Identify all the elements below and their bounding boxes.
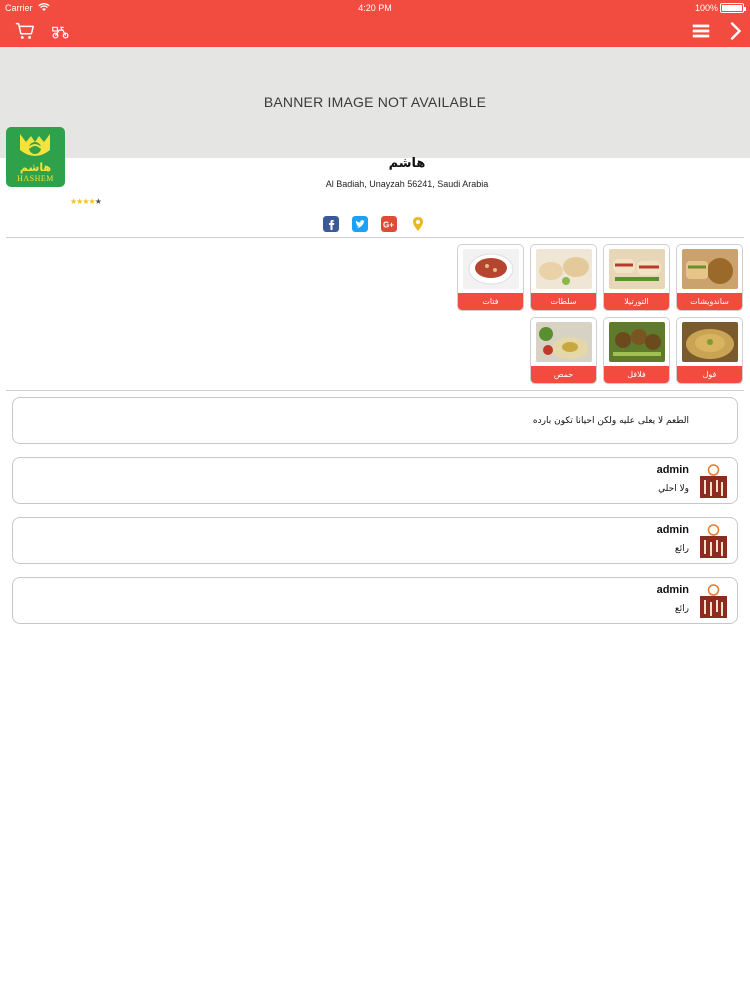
comment-card: admin رائع — [12, 517, 738, 564]
comment-author: admin — [656, 584, 689, 596]
avatar — [700, 584, 727, 618]
divider-bottom — [6, 390, 744, 391]
category-card[interactable]: فول — [676, 317, 743, 384]
category-label: حمص — [531, 366, 596, 383]
restaurant-address: Al Badiah, Unayzah 56241, Saudi Arabia — [325, 179, 489, 189]
banner-placeholder-text: BANNER IMAGE NOT AVAILABLE — [263, 94, 487, 110]
category-label: سلطات — [531, 293, 596, 310]
comment-body: رائع — [674, 604, 689, 614]
banner: BANNER IMAGE NOT AVAILABLE — [0, 47, 750, 158]
fatta-image — [463, 249, 519, 289]
category-label: فول — [677, 366, 742, 383]
avatar — [700, 464, 727, 498]
comment-body: ولا احلي — [658, 484, 689, 494]
comment-author: admin — [656, 524, 689, 536]
comment-author: admin — [656, 464, 689, 476]
hamburger-icon[interactable] — [690, 20, 712, 42]
category-card[interactable]: فلافل — [603, 317, 670, 384]
category-label: التورتيلا — [604, 293, 669, 310]
foul-image — [682, 322, 738, 362]
review-card: الطعم لا يعلى عليه ولكن احيانا تكون بارد… — [12, 397, 738, 444]
salad-image — [536, 249, 592, 289]
divider-top — [6, 237, 744, 238]
status-bar: Carrier 4:20 PM 100% — [0, 0, 750, 16]
tortilla-image — [609, 249, 665, 289]
category-label: فلافل — [604, 366, 669, 383]
twitter-icon[interactable] — [352, 216, 368, 232]
sandwich-image — [682, 249, 738, 289]
cart-icon[interactable] — [14, 20, 36, 42]
clock: 4:20 PM — [358, 3, 392, 13]
restaurant-name: هاشم — [388, 156, 426, 171]
location-pin-icon[interactable] — [411, 216, 425, 232]
avatar — [700, 524, 727, 558]
comment-card: admin ولا احلي — [12, 457, 738, 504]
category-card[interactable]: سلطات — [530, 244, 597, 311]
battery-icon — [720, 3, 746, 13]
facebook-icon[interactable] — [323, 216, 339, 232]
comment-card: admin رائع — [12, 577, 738, 624]
hummus-image — [536, 322, 592, 362]
star-icon: ★ — [94, 197, 102, 206]
svg-text:G+: G+ — [383, 221, 394, 230]
category-card[interactable]: حمص — [530, 317, 597, 384]
delivery-icon[interactable] — [50, 20, 72, 42]
google-plus-icon[interactable]: G+ — [381, 216, 397, 232]
category-card[interactable]: فتات — [457, 244, 524, 311]
category-card[interactable]: ساندويشات — [676, 244, 743, 311]
category-label: ساندويشات — [677, 293, 742, 310]
review-text: الطعم لا يعلى عليه ولكن احيانا تكون بارد… — [532, 416, 689, 426]
category-label: فتات — [458, 293, 523, 310]
chevron-right-icon[interactable] — [724, 20, 746, 42]
falafel-image — [609, 322, 665, 362]
comment-body: رائع — [674, 544, 689, 554]
rating-stars: ★★★★★ — [70, 197, 102, 206]
category-card[interactable]: التورتيلا — [603, 244, 670, 311]
nav-bar — [0, 16, 750, 47]
battery-percent: 100% — [694, 3, 718, 13]
